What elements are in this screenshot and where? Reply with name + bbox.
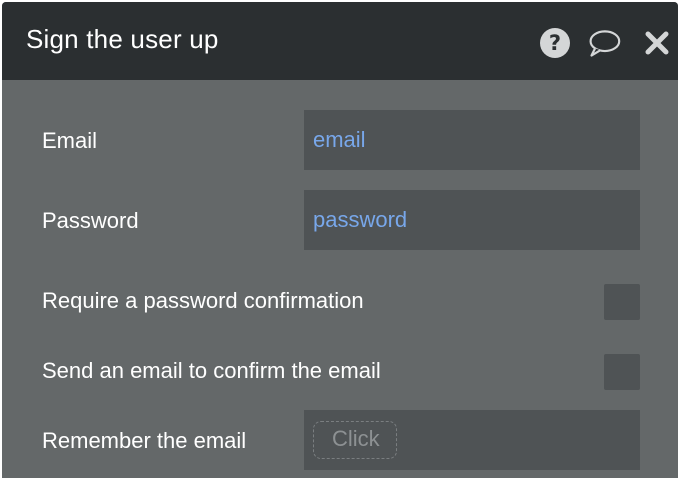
close-icon[interactable] (640, 26, 674, 60)
email-value: email (313, 127, 366, 152)
dialog-body: Email email Password password Require a … (2, 80, 678, 478)
dialog-header: Sign the user up ? (2, 2, 678, 80)
password-label: Password (42, 208, 139, 233)
email-field[interactable]: email (304, 110, 640, 170)
sign-up-dialog: Sign the user up ? Email email Password (2, 2, 678, 478)
password-field[interactable]: password (304, 190, 640, 250)
remember-email-label: Remember the email (42, 428, 247, 453)
remember-email-field[interactable]: Click (304, 410, 640, 470)
send-confirm-email-label: Send an email to confirm the email (42, 358, 381, 383)
send-confirm-email-checkbox[interactable] (604, 354, 640, 390)
dialog-title: Sign the user up (26, 24, 219, 54)
svg-text:?: ? (549, 31, 561, 55)
require-confirmation-checkbox[interactable] (604, 284, 640, 320)
email-label: Email (42, 128, 98, 153)
password-value: password (313, 207, 408, 232)
help-icon[interactable]: ? (538, 26, 572, 60)
comment-icon[interactable] (587, 26, 621, 60)
click-placeholder[interactable]: Click (313, 421, 397, 459)
require-confirmation-label: Require a password confirmation (42, 288, 364, 313)
